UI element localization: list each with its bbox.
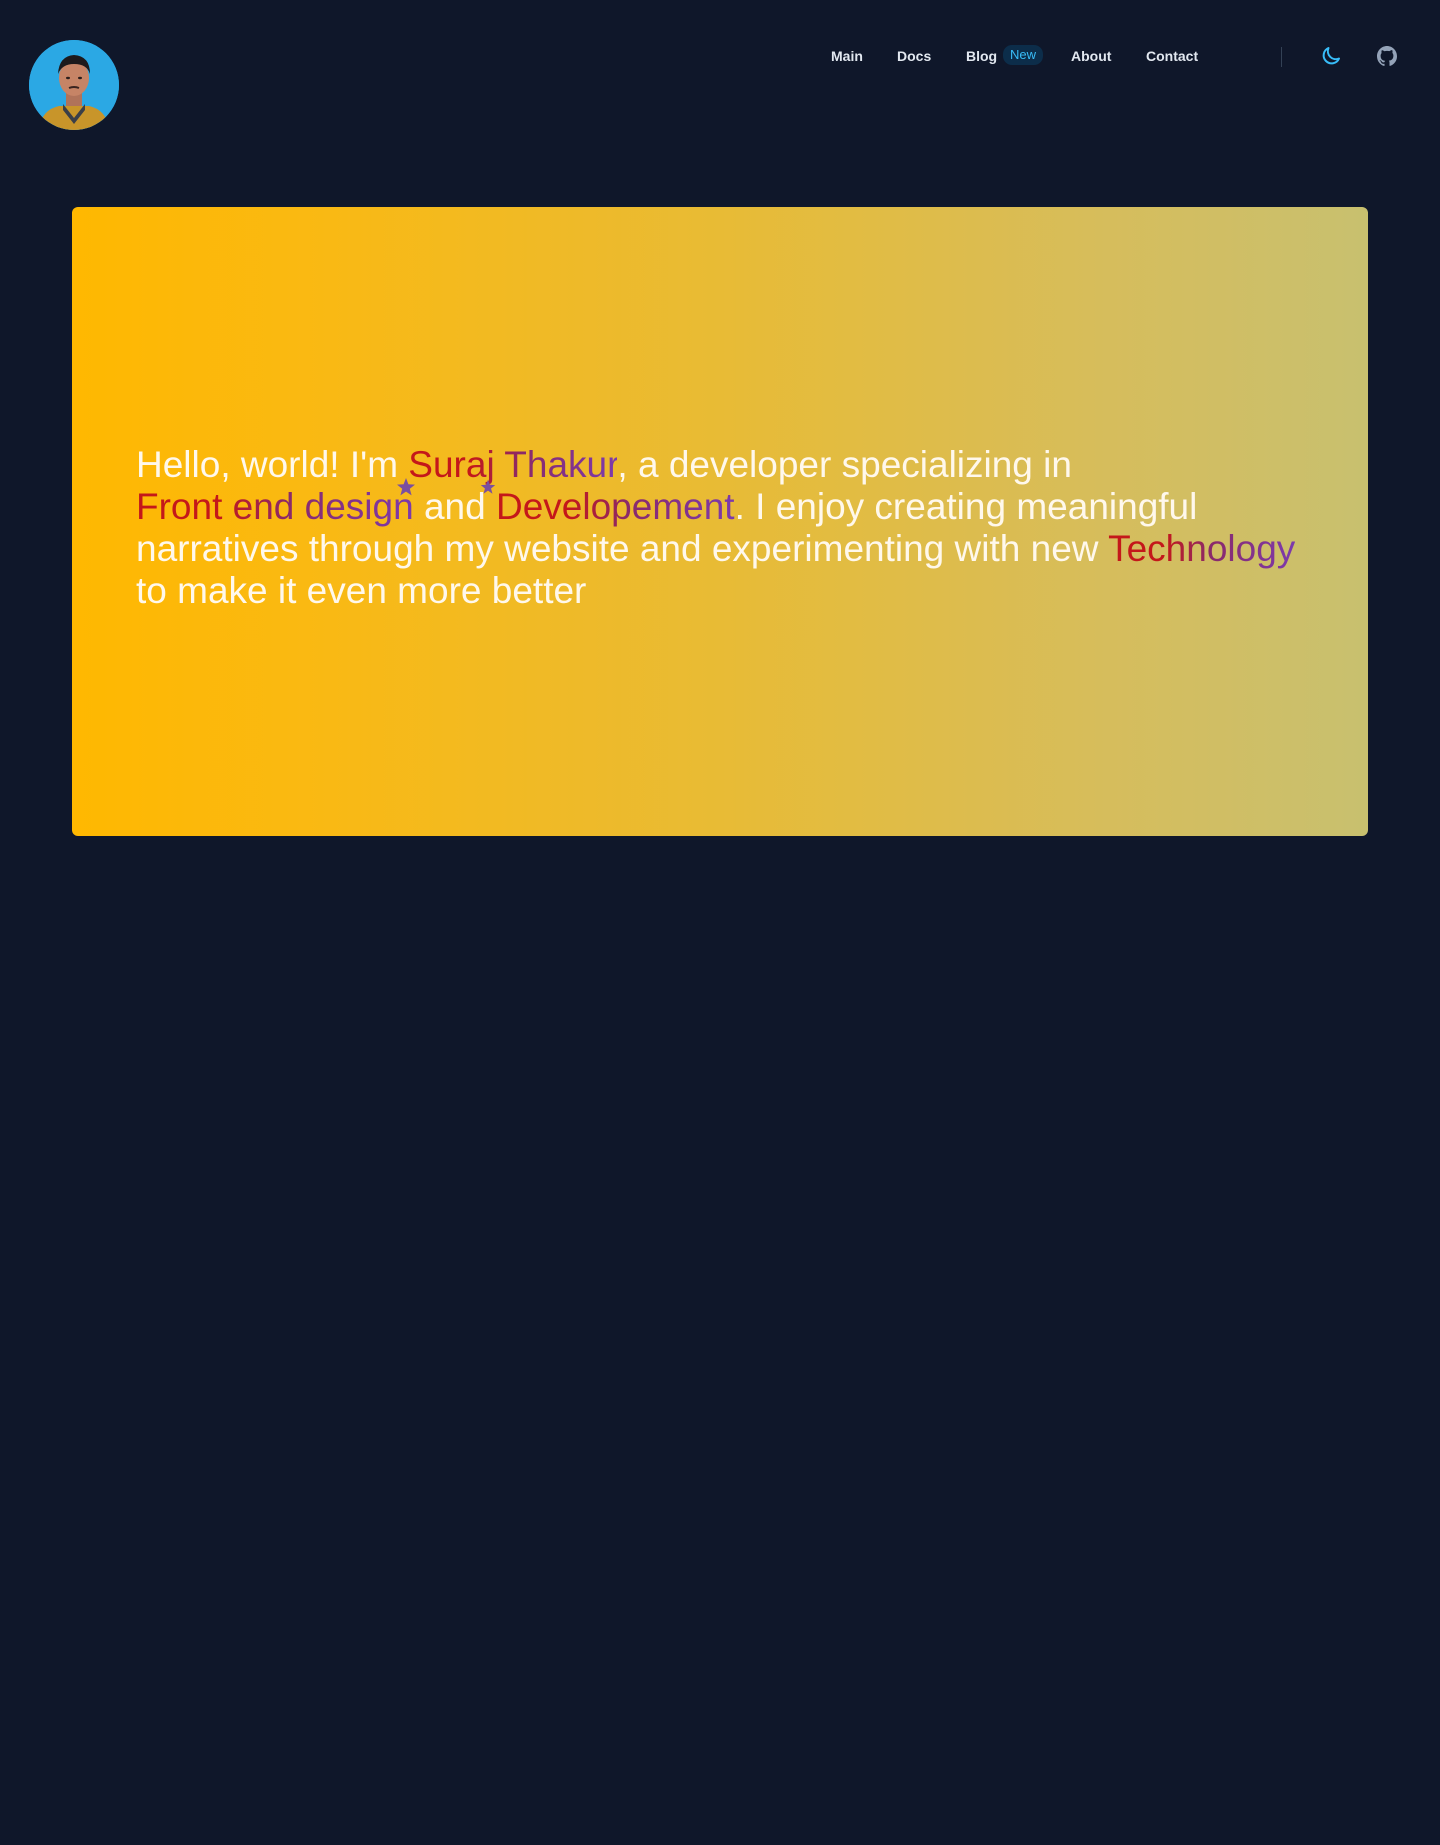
nav-divider [1281, 47, 1282, 67]
hero-text-plain: Hello, world! I'm [136, 444, 409, 485]
hero-name-highlight: Suraj Thakur [408, 444, 618, 485]
github-button[interactable] [1375, 44, 1399, 68]
avatar[interactable] [29, 40, 119, 130]
new-badge: New [1003, 45, 1044, 65]
theme-toggle-button[interactable] [1319, 44, 1343, 68]
hero-intro-text: Hello, world! I'm Suraj Thakur, a develo… [136, 444, 1316, 612]
avatar-photo [29, 40, 119, 130]
github-icon [1377, 46, 1398, 66]
hero-text-plain: , a developer specializing in [617, 444, 1072, 485]
hero-skill-highlight: Developement [495, 486, 735, 527]
nav-docs-link[interactable]: Docs [897, 48, 931, 64]
hero-card: Hello, world! I'm Suraj Thakur, a develo… [72, 207, 1368, 836]
hero-tech-highlight: Technology [1108, 528, 1296, 569]
nav-about-link[interactable]: About [1071, 48, 1111, 64]
sparkle-icon [480, 479, 496, 494]
moon-icon [1322, 47, 1340, 65]
nav-main-link[interactable]: Main [831, 48, 863, 64]
nav-blog-link[interactable]: Blog [966, 48, 997, 64]
sparkle-icon [397, 478, 415, 496]
nav-contact-link[interactable]: Contact [1146, 48, 1198, 64]
hero-text-plain: to make it even more better [136, 570, 587, 611]
hero-skill-highlight: Front end design [136, 486, 414, 527]
site-header: Main Docs Blog New About Contact [0, 0, 1440, 150]
